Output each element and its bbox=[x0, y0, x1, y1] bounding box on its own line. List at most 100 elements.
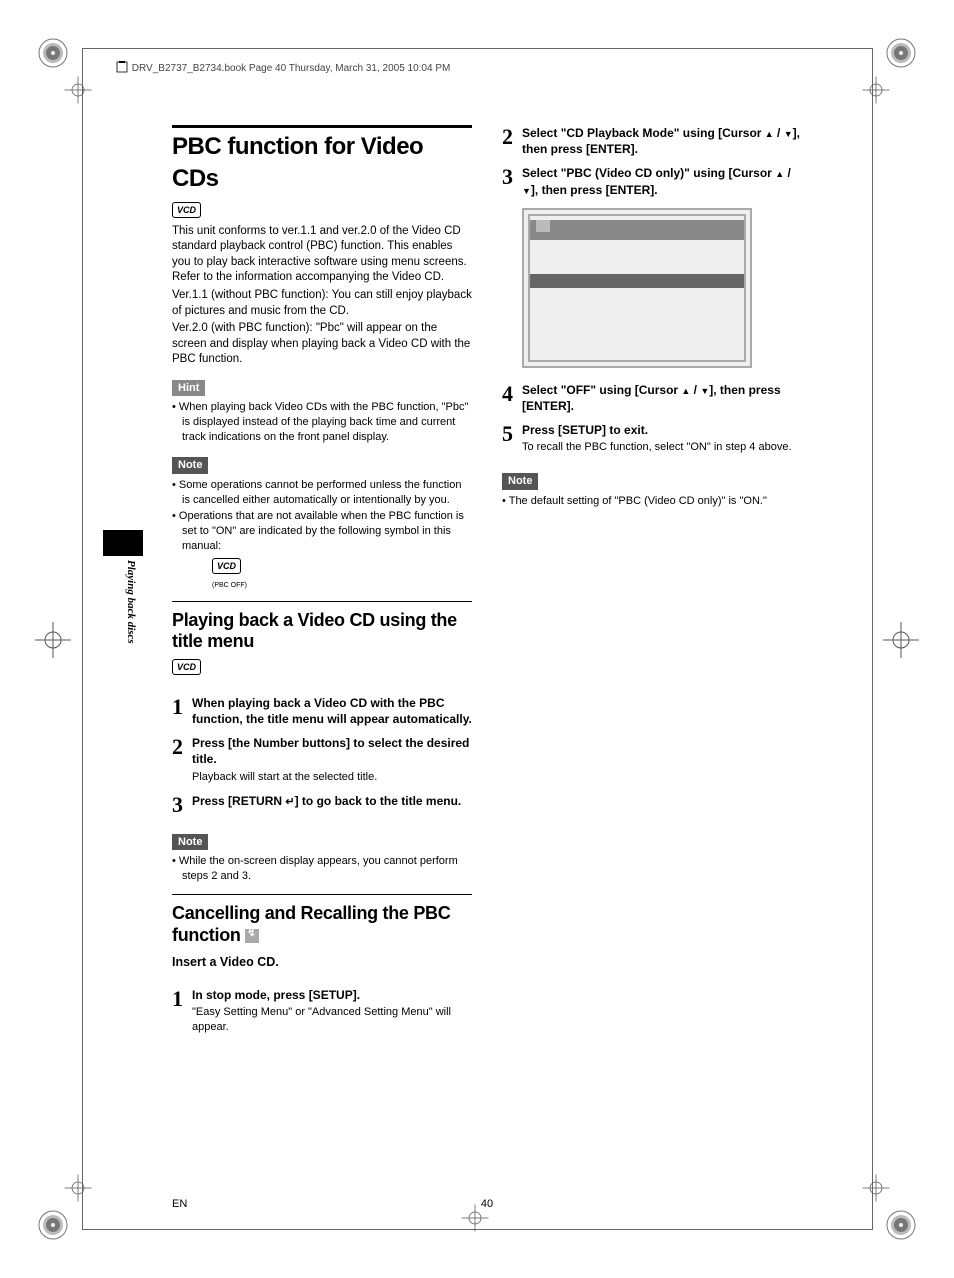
cursor-up-icon bbox=[681, 383, 690, 397]
step-list: 2 Select "CD Playback Mode" using [Curso… bbox=[502, 125, 802, 198]
step-title: In stop mode, press [SETUP]. bbox=[192, 987, 472, 1003]
step-title: Select "CD Playback Mode" using [Cursor … bbox=[522, 125, 802, 157]
rule bbox=[172, 601, 472, 602]
tab-marker bbox=[103, 530, 143, 556]
tab-label: Playing back discs bbox=[125, 560, 137, 644]
crosshair-icon bbox=[63, 75, 93, 105]
crosshair-icon bbox=[881, 620, 921, 660]
vcd-badge-icon: VCD bbox=[212, 558, 241, 574]
step-number: 2 bbox=[172, 735, 192, 784]
hint-list: When playing back Video CDs with the PBC… bbox=[172, 400, 472, 445]
cursor-up-icon bbox=[775, 166, 784, 180]
step-number: 4 bbox=[502, 382, 522, 414]
rule bbox=[172, 894, 472, 895]
step-item: 4 Select "OFF" using [Cursor / ], then p… bbox=[502, 382, 802, 414]
right-column: 2 Select "CD Playback Mode" using [Curso… bbox=[502, 125, 802, 1043]
vcd-badge-icon: VCD bbox=[172, 659, 201, 675]
cursor-down-icon bbox=[784, 126, 793, 140]
hint-label: Hint bbox=[172, 380, 205, 397]
step-list: 1 When playing back a Video CD with the … bbox=[172, 695, 472, 816]
hint-item: When playing back Video CDs with the PBC… bbox=[172, 400, 472, 445]
body-text: Ver.1.1 (without PBC function): You can … bbox=[172, 288, 472, 319]
step-number: 1 bbox=[172, 695, 192, 727]
step-subtext: To recall the PBC function, select "ON" … bbox=[522, 440, 802, 455]
step-title: Press [the Number buttons] to select the… bbox=[192, 735, 472, 767]
reg-mark-icon bbox=[33, 33, 73, 73]
step-text-b: ], then press [ENTER]. bbox=[531, 183, 658, 197]
note-list: While the on-screen display appears, you… bbox=[172, 854, 472, 884]
step-item: 2 Select "CD Playback Mode" using [Curso… bbox=[502, 125, 802, 157]
reg-mark-icon bbox=[33, 1205, 73, 1245]
step-list: 4 Select "OFF" using [Cursor / ], then p… bbox=[502, 382, 802, 455]
page-content: PBC function for Video CDs VCD This unit… bbox=[172, 125, 802, 1043]
cursor-down-icon bbox=[522, 183, 531, 197]
step-number: 2 bbox=[502, 125, 522, 157]
cursor-up-icon bbox=[765, 126, 774, 140]
step-title: Press [RETURN ↵] to go back to the title… bbox=[192, 793, 472, 810]
reg-mark-icon bbox=[881, 1205, 921, 1245]
menu-header-bar bbox=[530, 220, 744, 240]
menu-header-icon bbox=[536, 220, 550, 232]
note-item: While the on-screen display appears, you… bbox=[172, 854, 472, 884]
section-title: PBC function for Video CDs bbox=[172, 131, 472, 196]
page-number: 40 bbox=[481, 1198, 493, 1210]
section-tab: Playing back discs bbox=[103, 530, 143, 680]
step-text-b: ] to go back to the title menu. bbox=[295, 794, 462, 808]
subsection-text: Cancelling and Recalling the PBC functio… bbox=[172, 903, 450, 945]
step-number: 3 bbox=[502, 165, 522, 197]
crosshair-icon bbox=[33, 620, 73, 660]
crop-line bbox=[872, 48, 873, 1230]
header-text: DRV_B2737_B2734.book Page 40 Thursday, M… bbox=[132, 63, 451, 74]
step-text-a: Press [RETURN bbox=[192, 794, 285, 808]
instruction-text: Insert a Video CD. bbox=[172, 954, 472, 971]
note-list: Some operations cannot be performed unle… bbox=[172, 478, 472, 554]
crosshair-icon bbox=[63, 1173, 93, 1203]
step-number: 5 bbox=[502, 422, 522, 455]
step-text-a: Select "CD Playback Mode" using [Cursor bbox=[522, 126, 765, 140]
step-number: 3 bbox=[172, 793, 192, 816]
note-label: Note bbox=[502, 473, 538, 490]
step-item: 3 Press [RETURN ↵] to go back to the tit… bbox=[172, 793, 472, 816]
vcd-badge-icon: VCD bbox=[172, 202, 201, 218]
wrench-icon bbox=[245, 929, 259, 943]
step-number: 1 bbox=[172, 987, 192, 1035]
crosshair-icon bbox=[861, 75, 891, 105]
vcd-pbcoff-badge: VCD (PBC OFF) bbox=[212, 558, 472, 591]
note-label: Note bbox=[172, 834, 208, 851]
step-item: 1 When playing back a Video CD with the … bbox=[172, 695, 472, 727]
body-text: Ver.2.0 (with PBC function): "Pbc" will … bbox=[172, 321, 472, 368]
note-item: The default setting of "PBC (Video CD on… bbox=[502, 494, 802, 509]
step-text-a: Select "PBC (Video CD only)" using [Curs… bbox=[522, 166, 775, 180]
step-item: 5 Press [SETUP] to exit. To recall the P… bbox=[502, 422, 802, 455]
book-header: DRV_B2737_B2734.book Page 40 Thursday, M… bbox=[115, 60, 450, 74]
subsection-title: Playing back a Video CD using the title … bbox=[172, 610, 472, 653]
menu-selected-row bbox=[530, 274, 744, 288]
page-footer: EN 40 bbox=[172, 1198, 802, 1210]
note-list: The default setting of "PBC (Video CD on… bbox=[502, 494, 802, 509]
note-label: Note bbox=[172, 457, 208, 474]
crop-line bbox=[82, 48, 83, 1230]
crosshair-icon bbox=[861, 1173, 891, 1203]
step-title: Press [SETUP] to exit. bbox=[522, 422, 802, 438]
menu-screenshot bbox=[522, 208, 752, 368]
return-icon: ↵ bbox=[285, 795, 294, 810]
step-title: Select "PBC (Video CD only)" using [Curs… bbox=[522, 165, 802, 197]
step-title: Select "OFF" using [Cursor / ], then pre… bbox=[522, 382, 802, 414]
pbc-off-text: (PBC OFF) bbox=[212, 581, 472, 590]
note-item: Some operations cannot be performed unle… bbox=[172, 478, 472, 508]
left-column: PBC function for Video CDs VCD This unit… bbox=[172, 125, 472, 1043]
body-text: This unit conforms to ver.1.1 and ver.2.… bbox=[172, 224, 472, 286]
step-text-a: Select "OFF" using [Cursor bbox=[522, 383, 681, 397]
step-item: 3 Select "PBC (Video CD only)" using [Cu… bbox=[502, 165, 802, 197]
cursor-down-icon bbox=[700, 383, 709, 397]
step-list: 1 In stop mode, press [SETUP]. "Easy Set… bbox=[172, 987, 472, 1035]
reg-mark-icon bbox=[881, 33, 921, 73]
rule bbox=[172, 125, 472, 128]
subsection-title: Cancelling and Recalling the PBC functio… bbox=[172, 903, 472, 946]
step-item: 2 Press [the Number buttons] to select t… bbox=[172, 735, 472, 784]
step-item: 1 In stop mode, press [SETUP]. "Easy Set… bbox=[172, 987, 472, 1035]
step-subtext: Playback will start at the selected titl… bbox=[192, 770, 472, 785]
step-subtext: "Easy Setting Menu" or "Advanced Setting… bbox=[192, 1005, 472, 1035]
note-item: Operations that are not available when t… bbox=[172, 509, 472, 554]
step-title: When playing back a Video CD with the PB… bbox=[192, 695, 472, 727]
